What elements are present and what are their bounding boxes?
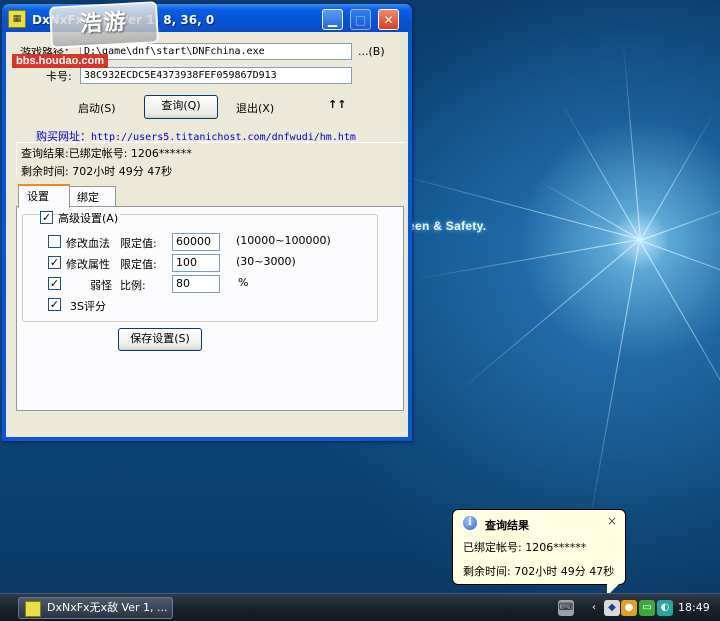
wallpaper-ray xyxy=(413,239,640,280)
3s-score-checkbox[interactable] xyxy=(48,298,61,311)
taskbar-app-icon xyxy=(25,601,41,617)
balloon-line-2: 剩余时间: 702小时 49分 47秒 xyxy=(463,565,615,578)
attribute-limit-label: 限定值: xyxy=(120,258,157,271)
wallpaper-text: een & Safety. xyxy=(408,219,487,233)
advanced-checkbox[interactable] xyxy=(40,211,53,224)
clock[interactable]: 18:49 xyxy=(678,601,710,614)
arrows-button[interactable]: ↑↑ xyxy=(328,98,346,111)
wallpaper-ray xyxy=(639,240,720,466)
hp-mp-label: 修改血法 xyxy=(66,237,110,250)
network-icon[interactable]: ▭ xyxy=(639,600,655,616)
watermark-logo: 浩游 xyxy=(48,1,160,49)
watermark-url: bbs.houdao.com xyxy=(12,54,108,68)
result-line-1: 查询结果:已绑定帐号: 1206****** xyxy=(21,147,192,160)
balloon-line-1: 已绑定帐号: 1206****** xyxy=(463,541,587,554)
keyboard-icon[interactable]: ⌨ xyxy=(558,600,574,616)
wallpaper-ray xyxy=(586,239,640,536)
query-result-balloon: i 查询结果 × 已绑定帐号: 1206****** 剩余时间: 702小时 4… xyxy=(452,509,626,596)
weak-monster-checkbox[interactable] xyxy=(48,277,61,290)
taskbar-app-label: DxNxFx无x敌 Ver 1, ... xyxy=(47,601,168,614)
card-number-field[interactable]: 38C932ECDC5E4373938FEF059867D913 xyxy=(80,67,352,84)
balloon-title: 查询结果 xyxy=(485,519,529,532)
weak-monster-ratio-label: 比例: xyxy=(120,279,146,292)
browse-button[interactable]: ...(B) xyxy=(358,45,385,58)
query-button[interactable]: 查询(Q) xyxy=(144,95,218,119)
hp-mp-limit-label: 限定值: xyxy=(120,237,157,250)
wallpaper-ray xyxy=(640,110,716,241)
app-window: ▦ DxNxFx无x敌 Ver 1, 8, 36, 0 ▁ □ ✕ 游戏路径： … xyxy=(2,4,412,441)
minimize-button[interactable]: ▁ xyxy=(322,9,343,30)
info-icon: i xyxy=(463,516,477,530)
window-client: 游戏路径： D:\game\dnf\start\DNFchina.exe ...… xyxy=(6,32,408,437)
taskbar: DxNxFx无x敌 Ver 1, ... ⌨ ‹ ◆ ● ▭ ◐ 18:49 xyxy=(0,593,720,621)
query-result-box: 查询结果:已绑定帐号: 1206****** 剩余时间: 702小时 49分 4… xyxy=(16,142,405,178)
maximize-button[interactable]: □ xyxy=(350,9,371,30)
hp-mp-limit-input[interactable]: 60000 xyxy=(172,233,220,251)
wallpaper-ray xyxy=(622,40,641,240)
weak-monster-label: 弱怪 xyxy=(90,279,112,292)
3s-score-label: 3S评分 xyxy=(70,300,106,313)
attribute-range: (30~3000) xyxy=(236,255,296,268)
forum-watermark: 浩游 bbs.houdao.com xyxy=(6,1,160,68)
tab-bind[interactable]: 绑定 xyxy=(68,186,116,206)
close-button[interactable]: ✕ xyxy=(378,9,399,30)
taskbar-app-button[interactable]: DxNxFx无x敌 Ver 1, ... xyxy=(18,597,173,619)
advanced-label: 高级设置(A) xyxy=(58,210,121,226)
tray-chevron-icon[interactable]: ‹ xyxy=(586,600,602,616)
security-icon[interactable]: ◐ xyxy=(657,600,673,616)
wallpaper-ray xyxy=(536,179,641,240)
save-settings-button[interactable]: 保存设置(S) xyxy=(118,328,202,351)
tab-settings[interactable]: 设置 xyxy=(18,184,70,208)
wallpaper-ray xyxy=(455,239,640,395)
hp-mp-range: (10000~100000) xyxy=(236,234,331,247)
exit-button[interactable]: 退出(X) xyxy=(236,100,274,116)
attribute-limit-input[interactable]: 100 xyxy=(172,254,220,272)
qq-penguin-icon[interactable]: ● xyxy=(621,600,637,616)
start-button[interactable]: 启动(S) xyxy=(78,100,116,116)
attribute-checkbox[interactable] xyxy=(48,256,61,269)
balloon-close-icon[interactable]: × xyxy=(607,514,617,528)
card-label: 卡号: xyxy=(46,70,72,83)
weak-monster-percent: % xyxy=(238,276,249,289)
attribute-label: 修改属性 xyxy=(66,258,110,271)
weak-monster-ratio-input[interactable]: 80 xyxy=(172,275,220,293)
hp-mp-checkbox[interactable] xyxy=(48,235,61,248)
wallpaper-ray xyxy=(639,240,720,310)
tray-app-icon[interactable]: ◆ xyxy=(604,600,620,616)
result-line-2: 剩余时间: 702小时 49分 47秒 xyxy=(21,165,173,178)
